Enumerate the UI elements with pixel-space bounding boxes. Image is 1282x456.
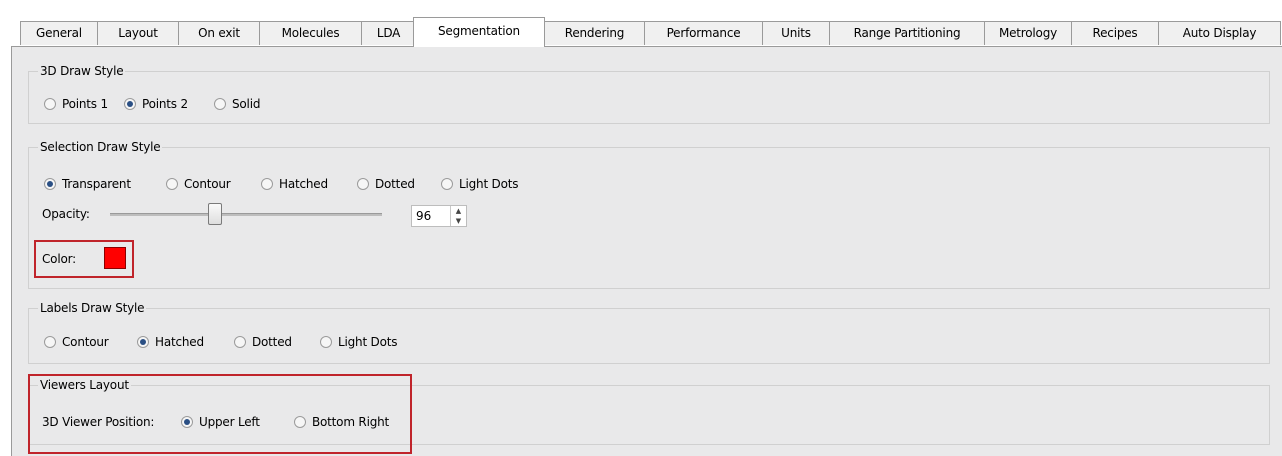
radio-lbl-light-dots-label[interactable]: Light Dots bbox=[338, 335, 398, 349]
radio-transparent-label[interactable]: Transparent bbox=[62, 177, 131, 191]
radio-points-1[interactable] bbox=[44, 98, 56, 110]
tab-units[interactable]: Units bbox=[762, 21, 830, 45]
radio-sel-contour[interactable] bbox=[166, 178, 178, 190]
radio-points-1-label[interactable]: Points 1 bbox=[62, 97, 108, 111]
radio-solid-label[interactable]: Solid bbox=[232, 97, 260, 111]
radio-sel-dotted-label[interactable]: Dotted bbox=[375, 177, 415, 191]
radio-sel-light-dots-label[interactable]: Light Dots bbox=[459, 177, 519, 191]
radio-sel-hatched-label[interactable]: Hatched bbox=[279, 177, 328, 191]
tab-recipes[interactable]: Recipes bbox=[1071, 21, 1159, 45]
radio-points-2-label[interactable]: Points 2 bbox=[142, 97, 188, 111]
radio-lbl-light-dots[interactable] bbox=[320, 336, 332, 348]
selection-style-title: Selection Draw Style bbox=[38, 140, 163, 154]
radio-sel-light-dots[interactable] bbox=[441, 178, 453, 190]
tab-rendering[interactable]: Rendering bbox=[544, 21, 645, 45]
viewers-layout-highlight-box bbox=[28, 374, 412, 454]
opacity-spin-buttons[interactable]: ▲ ▼ bbox=[450, 206, 466, 226]
tab-auto-display[interactable]: Auto Display bbox=[1158, 21, 1281, 45]
color-swatch[interactable] bbox=[104, 247, 126, 269]
tab-on-exit[interactable]: On exit bbox=[178, 21, 260, 45]
opacity-value[interactable]: 96 bbox=[416, 209, 431, 223]
radio-transparent[interactable] bbox=[44, 178, 56, 190]
tab-performance[interactable]: Performance bbox=[644, 21, 763, 45]
spin-up-icon[interactable]: ▲ bbox=[451, 206, 466, 216]
radio-sel-contour-label[interactable]: Contour bbox=[184, 177, 231, 191]
spin-down-icon[interactable]: ▼ bbox=[451, 216, 466, 226]
tab-bar: General Layout On exit Molecules LDA Seg… bbox=[0, 0, 1282, 47]
tab-lda[interactable]: LDA bbox=[361, 21, 416, 45]
radio-sel-hatched[interactable] bbox=[261, 178, 273, 190]
labels-style-group bbox=[28, 308, 1270, 364]
draw-style-title: 3D Draw Style bbox=[38, 64, 126, 78]
radio-points-2[interactable] bbox=[124, 98, 136, 110]
opacity-label: Opacity: bbox=[42, 207, 90, 221]
radio-lbl-dotted-label[interactable]: Dotted bbox=[252, 335, 292, 349]
opacity-slider-handle[interactable] bbox=[208, 203, 222, 225]
tab-general[interactable]: General bbox=[20, 21, 98, 45]
tab-metrology[interactable]: Metrology bbox=[984, 21, 1072, 45]
radio-lbl-hatched-label[interactable]: Hatched bbox=[155, 335, 204, 349]
draw-style-group bbox=[28, 71, 1270, 124]
labels-style-title: Labels Draw Style bbox=[38, 301, 147, 315]
radio-lbl-dotted[interactable] bbox=[234, 336, 246, 348]
color-label: Color: bbox=[42, 252, 76, 266]
tab-molecules[interactable]: Molecules bbox=[259, 21, 362, 45]
tab-range-partitioning[interactable]: Range Partitioning bbox=[829, 21, 985, 45]
opacity-slider-track[interactable] bbox=[110, 213, 382, 216]
radio-lbl-contour-label[interactable]: Contour bbox=[62, 335, 109, 349]
radio-sel-dotted[interactable] bbox=[357, 178, 369, 190]
radio-solid[interactable] bbox=[214, 98, 226, 110]
tab-layout[interactable]: Layout bbox=[97, 21, 179, 45]
tab-segmentation[interactable]: Segmentation bbox=[413, 17, 545, 47]
opacity-spinbox[interactable]: 96 ▲ ▼ bbox=[411, 205, 467, 227]
radio-lbl-hatched[interactable] bbox=[137, 336, 149, 348]
radio-lbl-contour[interactable] bbox=[44, 336, 56, 348]
